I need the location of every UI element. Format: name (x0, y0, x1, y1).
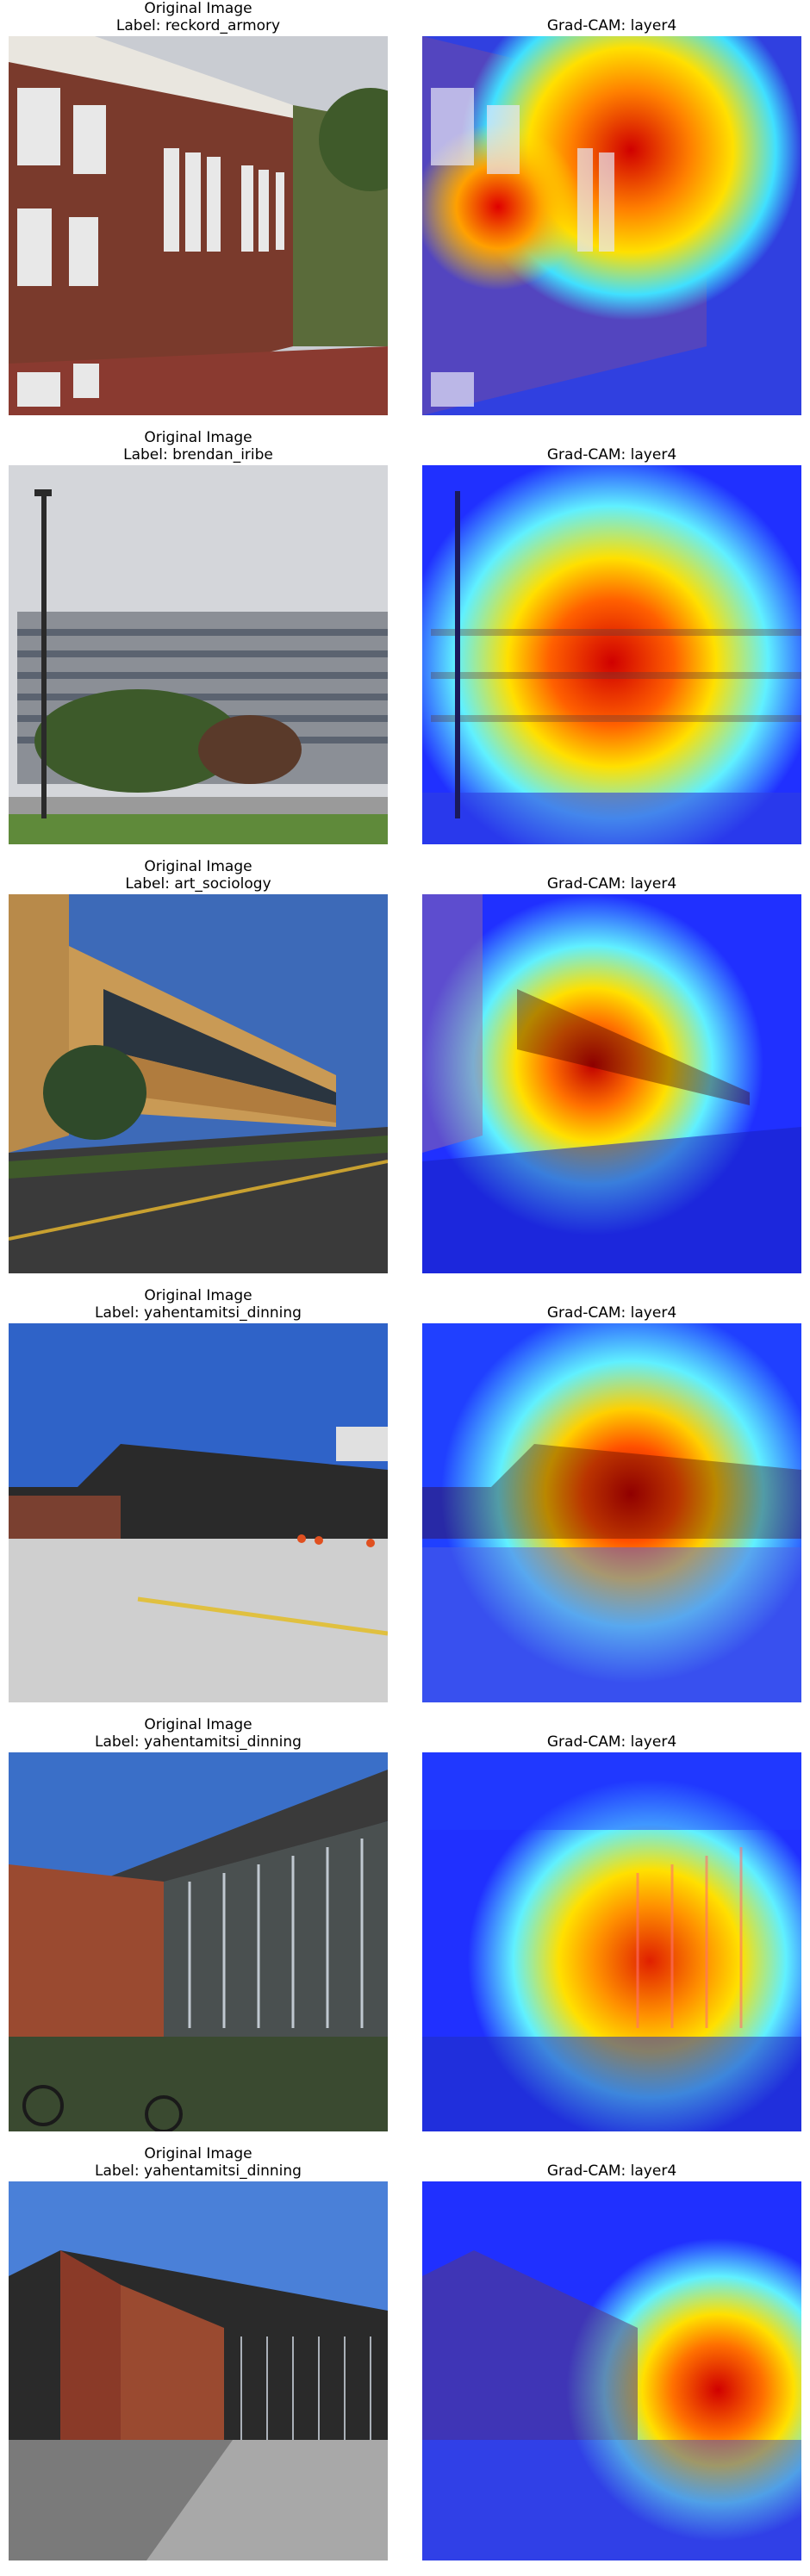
gradcam-title: Grad-CAM: layer4 (422, 1304, 801, 1322)
original-image (9, 2181, 388, 2560)
title-line-original: Original Image (144, 858, 252, 875)
figure-row-6: Original Image Label: yahentamitsi_dinni… (0, 2145, 810, 2574)
original-image-title: Original Image Label: art_sociology (9, 858, 388, 893)
gradcam-title-text: Grad-CAM: layer4 (546, 1733, 677, 1751)
figure-row-2: Original Image Label: brendan_iribe Grad… (0, 429, 810, 858)
gradcam-heatmap-image (422, 2181, 801, 2560)
original-image (9, 894, 388, 1273)
gradcam-title-text: Grad-CAM: layer4 (546, 17, 677, 34)
gradcam-title-text: Grad-CAM: layer4 (546, 2162, 677, 2180)
title-line-label: Label: reckord_armory (115, 17, 281, 34)
gradcam-heatmap-image (422, 1323, 801, 1702)
original-image (9, 465, 388, 844)
gradcam-title-text: Grad-CAM: layer4 (546, 875, 677, 893)
title-line-label: Label: art_sociology (125, 875, 271, 893)
figure-row-3: Original Image Label: art_sociology Grad… (0, 858, 810, 1287)
figure-row-4: Original Image Label: yahentamitsi_dinni… (0, 1287, 810, 1716)
original-image-title: Original Image Label: yahentamitsi_dinni… (9, 2145, 388, 2180)
figure-row-5: Original Image Label: yahentamitsi_dinni… (0, 1716, 810, 2145)
original-image (9, 1323, 388, 1702)
original-image-title: Original Image Label: yahentamitsi_dinni… (9, 1287, 388, 1322)
gradcam-title-text: Grad-CAM: layer4 (546, 1304, 677, 1322)
title-line-label: Label: yahentamitsi_dinning (95, 1304, 302, 1322)
title-line-original: Original Image (144, 2145, 252, 2162)
gradcam-heatmap-image (422, 894, 801, 1273)
gradcam-title: Grad-CAM: layer4 (422, 17, 801, 34)
gradcam-heatmap-image (422, 36, 801, 415)
gradcam-heatmap-image (422, 1752, 801, 2131)
title-line-original: Original Image (144, 429, 252, 446)
original-image-title: Original Image Label: reckord_armory (9, 0, 388, 34)
title-line-label: Label: brendan_iribe (123, 446, 273, 464)
gradcam-title: Grad-CAM: layer4 (422, 446, 801, 464)
title-line-label: Label: yahentamitsi_dinning (95, 1733, 302, 1751)
gradcam-title: Grad-CAM: layer4 (422, 2162, 801, 2180)
original-image (9, 1752, 388, 2131)
original-image (9, 36, 388, 415)
title-line-original: Original Image (144, 0, 252, 17)
gradcam-title-text: Grad-CAM: layer4 (546, 446, 677, 464)
original-image-title: Original Image Label: brendan_iribe (9, 429, 388, 464)
title-line-original: Original Image (144, 1716, 252, 1733)
original-image-title: Original Image Label: yahentamitsi_dinni… (9, 1716, 388, 1751)
gradcam-title: Grad-CAM: layer4 (422, 1733, 801, 1751)
title-line-label: Label: yahentamitsi_dinning (95, 2162, 302, 2180)
gradcam-heatmap-image (422, 465, 801, 844)
title-line-original: Original Image (144, 1287, 252, 1304)
figure-row-1: Original Image Label: reckord_armory Gra… (0, 0, 810, 429)
gradcam-title: Grad-CAM: layer4 (422, 875, 801, 893)
